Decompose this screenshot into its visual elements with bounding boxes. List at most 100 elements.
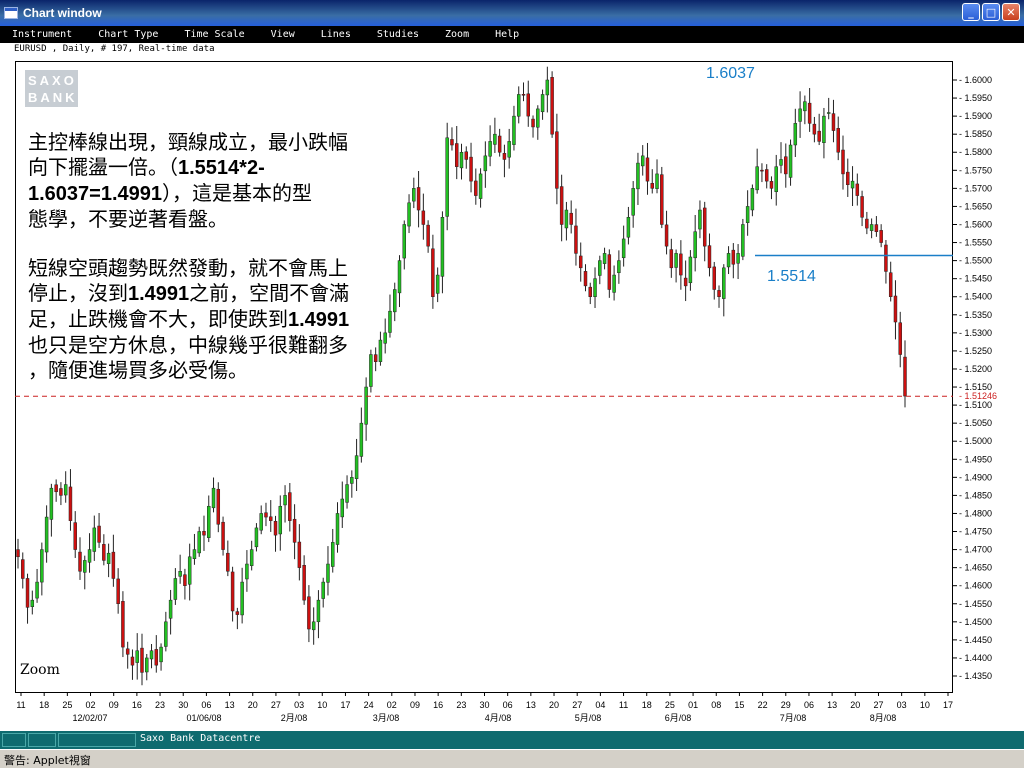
x-tick-label: 10 xyxy=(317,700,327,710)
candle-body xyxy=(774,166,778,193)
menu-view[interactable]: View xyxy=(271,29,295,40)
candle-body xyxy=(674,253,678,268)
x-tick-label: 11 xyxy=(619,700,628,710)
candle-body xyxy=(240,581,244,616)
maximize-button[interactable]: □ xyxy=(982,3,1000,21)
annot-text-1: 主控棒線出現，頸線成立，最小跌幅 xyxy=(28,130,348,154)
y-tick-label: - 1.4650 xyxy=(959,563,992,573)
annot-text-6: 停止，沒到 xyxy=(28,281,128,305)
x-tick-label: 18 xyxy=(39,700,49,710)
candle-body xyxy=(612,274,616,293)
candle-body xyxy=(860,196,864,218)
menu-help[interactable]: Help xyxy=(495,29,519,40)
candle-body xyxy=(493,133,497,145)
applet-warning-text: 警告: Applet視窗 xyxy=(4,754,91,767)
candle-body xyxy=(898,322,902,355)
candle-body xyxy=(216,488,221,525)
menu-zoom[interactable]: Zoom xyxy=(445,29,469,40)
data-source-label: Saxo Bank Datacentre xyxy=(140,733,261,744)
y-tick-label: - 1.5050 xyxy=(959,418,992,428)
x-tick-label: 17 xyxy=(943,700,953,710)
candle-body xyxy=(764,169,769,182)
candle-body xyxy=(249,549,254,566)
month-label: 4月/08 xyxy=(485,713,512,723)
candle-body xyxy=(445,137,449,217)
candle-body xyxy=(135,650,139,663)
x-tick-label: 13 xyxy=(225,700,235,710)
candle-body xyxy=(784,156,788,175)
neckline-price-label: 1.5514 xyxy=(767,268,816,285)
candle-body xyxy=(340,498,345,518)
candle-body xyxy=(321,581,325,599)
menu-chart-type[interactable]: Chart Type xyxy=(98,29,158,40)
candle-body xyxy=(583,271,588,287)
annotation-text: 主控棒線出現，頸線成立，最小跌幅 向下擺盪一倍。（1.5514*2- 1.603… xyxy=(28,130,418,407)
status-slot-1[interactable] xyxy=(2,733,26,747)
candle-body xyxy=(636,162,640,190)
candle-body xyxy=(92,527,97,552)
candle-body xyxy=(717,290,721,297)
x-tick-label: 03 xyxy=(294,700,304,710)
y-tick-label: - 1.5950 xyxy=(959,93,992,103)
annot-bold-3: 1.4991 xyxy=(128,283,190,305)
month-label: 3月/08 xyxy=(373,713,400,723)
candle-body xyxy=(650,183,654,189)
candle-body xyxy=(116,578,120,605)
candle-body xyxy=(669,249,674,269)
candle-body xyxy=(841,149,845,175)
x-tick-label: 29 xyxy=(781,700,791,710)
menu-time-scale[interactable]: Time Scale xyxy=(184,29,244,40)
candle-body xyxy=(521,94,526,96)
candle-body xyxy=(826,112,831,114)
y-tick-label: - 1.5650 xyxy=(959,201,992,211)
candle-body xyxy=(779,159,783,166)
y-tick-label: - 1.5850 xyxy=(959,129,992,139)
current-price-label: - 1.51246 xyxy=(959,391,997,401)
minimize-button[interactable]: _ xyxy=(962,3,980,21)
candle-body xyxy=(807,102,812,124)
menu-instrument[interactable]: Instrument xyxy=(12,29,72,40)
y-tick-label: - 1.5450 xyxy=(959,274,992,284)
candle-body xyxy=(660,174,664,225)
candle-body xyxy=(850,180,855,189)
y-tick-label: - 1.4850 xyxy=(959,490,992,500)
zoom-label[interactable]: Zoom xyxy=(20,662,60,678)
candle-body xyxy=(745,206,750,223)
menu-lines[interactable]: Lines xyxy=(321,29,351,40)
candle-body xyxy=(731,249,736,265)
candle-body xyxy=(125,648,130,655)
menu-studies[interactable]: Studies xyxy=(377,29,419,40)
x-tick-label: 23 xyxy=(155,700,165,710)
x-tick-label: 15 xyxy=(734,700,744,710)
x-tick-label: 02 xyxy=(387,700,397,710)
candle-body xyxy=(488,141,492,157)
candle-body xyxy=(722,267,726,299)
candle-body xyxy=(497,135,502,153)
month-label: 12/02/07 xyxy=(72,713,107,723)
y-tick-label: - 1.4750 xyxy=(959,527,992,537)
candle-body xyxy=(836,128,840,153)
close-button[interactable]: ✕ xyxy=(1002,3,1020,21)
candle-body xyxy=(683,277,688,287)
candle-body xyxy=(254,527,259,548)
x-tick-label: 16 xyxy=(433,700,443,710)
candle-body xyxy=(884,244,888,272)
candle-body xyxy=(688,256,693,284)
candle-body xyxy=(693,231,697,259)
x-tick-label: 30 xyxy=(178,700,188,710)
candle-body xyxy=(302,565,306,601)
y-tick-label: - 1.4800 xyxy=(959,508,992,518)
candle-body xyxy=(102,544,106,561)
candle-body xyxy=(54,484,58,493)
candle-body xyxy=(187,556,192,585)
candle-body xyxy=(440,217,445,277)
candle-body xyxy=(178,570,182,577)
x-tick-label: 11 xyxy=(16,700,25,710)
y-tick-label: - 1.5750 xyxy=(959,165,992,175)
candle-body xyxy=(335,513,340,545)
annot-text-3: ），這是基本的型 xyxy=(162,181,313,205)
candle-body xyxy=(421,210,426,225)
candle-body xyxy=(345,484,349,503)
crosshair-toggle[interactable] xyxy=(28,733,56,747)
candle-body xyxy=(502,153,507,160)
